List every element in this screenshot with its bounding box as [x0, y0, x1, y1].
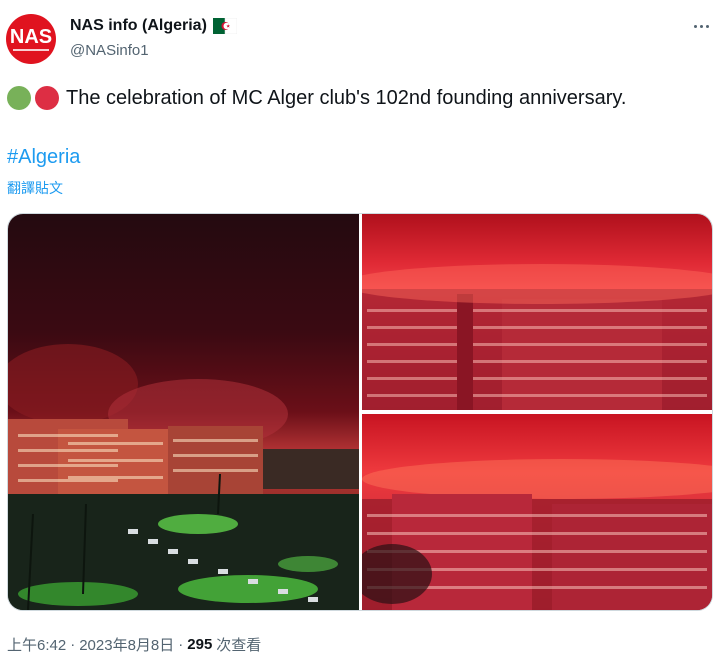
green-circle-emoji-icon — [7, 86, 31, 110]
views-count: 295 — [187, 636, 213, 653]
red-circle-emoji-icon — [35, 86, 59, 110]
avatar-logo-underline — [13, 49, 49, 51]
tweet-text: The celebration of MC Alger club's 102nd… — [7, 86, 626, 110]
author-handle[interactable]: @NASinfo1 — [70, 42, 149, 59]
algeria-flag-icon — [212, 17, 238, 35]
tweet-footer: 上午6:42 · 2023年8月8日 · 295 次查看 — [7, 634, 261, 655]
more-dot-icon — [699, 24, 703, 28]
translate-post-link[interactable]: 翻譯貼文 — [7, 178, 63, 198]
views-label: 次查看 — [216, 637, 262, 654]
media-image-1[interactable] — [8, 214, 359, 610]
avatar-logo-text: NAS — [9, 26, 53, 48]
more-dot-icon — [705, 24, 709, 28]
media-grid — [7, 213, 713, 611]
media-image-2-scene — [362, 264, 712, 410]
media-image-1-scene — [8, 344, 359, 610]
media-image-2[interactable] — [362, 214, 712, 410]
tweet-time[interactable]: 上午6:42 — [7, 634, 66, 655]
more-options-button[interactable] — [689, 16, 713, 36]
footer-separator: · — [70, 636, 76, 653]
media-image-3-scene — [362, 459, 712, 610]
more-dot-icon — [693, 24, 697, 28]
media-image-3[interactable] — [362, 414, 712, 610]
author-name-row: NAS info (Algeria) — [70, 17, 238, 35]
footer-separator: · — [178, 636, 184, 653]
tweet-date[interactable]: 2023年8月8日 — [79, 634, 174, 655]
hashtag-link[interactable]: #Algeria — [7, 146, 80, 169]
avatar[interactable]: NAS — [6, 14, 56, 64]
display-name[interactable]: NAS info (Algeria) — [70, 17, 207, 35]
tweet-body-text: The celebration of MC Alger club's 102nd… — [66, 86, 627, 109]
